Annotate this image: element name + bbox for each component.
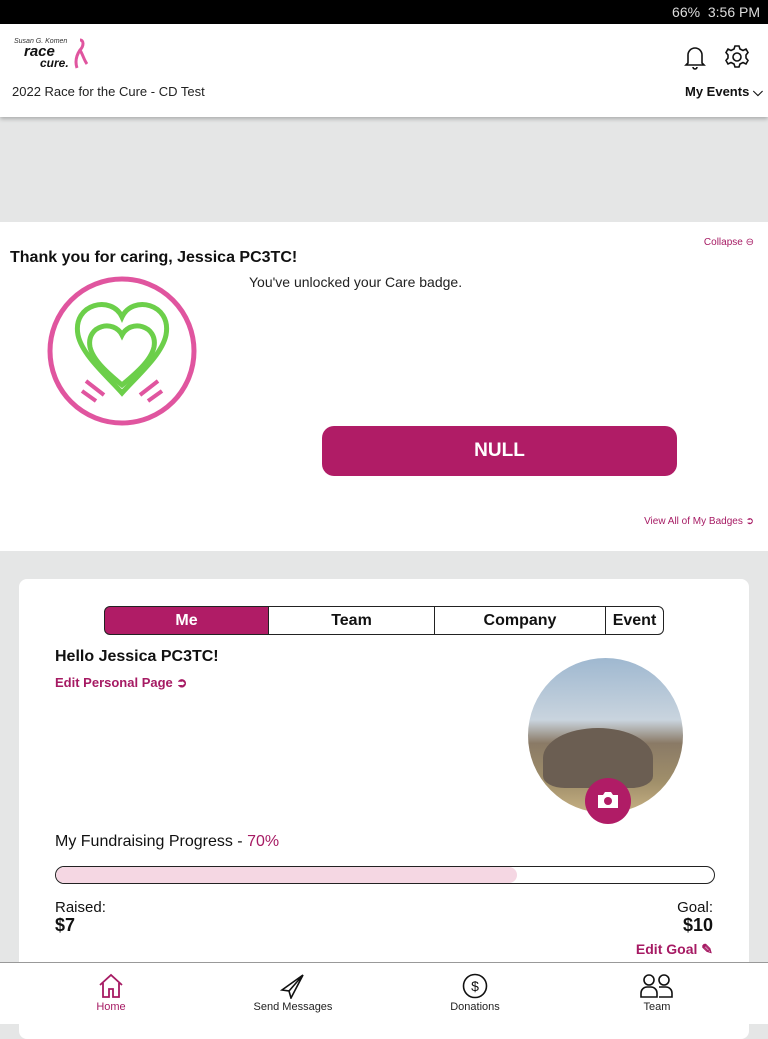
home-icon: [99, 973, 123, 998]
badge-title: Thank you for caring, Jessica PC3TC!: [10, 249, 298, 266]
goal-value: $10: [682, 915, 713, 935]
care-badge-icon: [47, 276, 197, 426]
progress-bar: [55, 866, 715, 884]
arrow-circle-icon: ➲: [176, 675, 188, 690]
tab-company[interactable]: Company: [434, 606, 606, 635]
pencil-icon: ✎: [701, 941, 713, 957]
minus-circle-icon: ⊖: [745, 237, 754, 248]
my-events-label: My Events: [685, 84, 750, 99]
greeting: Hello Jessica PC3TC!: [55, 648, 219, 665]
nav-send-messages-label: Send Messages: [253, 1001, 333, 1013]
gear-icon[interactable]: [724, 44, 750, 70]
tab-me[interactable]: Me: [104, 606, 269, 635]
paper-plane-icon: [279, 974, 304, 999]
nav-send-messages[interactable]: Send Messages: [233, 973, 353, 1013]
view-all-badges-link[interactable]: View All of My Badges ➲: [644, 516, 754, 527]
nav-home[interactable]: Home: [51, 973, 171, 1013]
logo[interactable]: Susan G. Komen race cure.: [14, 38, 89, 74]
progress-fill: [56, 867, 517, 883]
edit-page-label: Edit Personal Page: [55, 675, 173, 690]
clock: 3:56 PM: [707, 4, 760, 20]
camera-icon: [598, 792, 618, 808]
tab-event[interactable]: Event: [605, 606, 664, 635]
header: Susan G. Komen race cure. 2022 Race for …: [0, 24, 768, 117]
arrow-circle-icon: ➲: [745, 516, 754, 527]
progress-label-text: My Fundraising Progress -: [55, 833, 248, 850]
collapse-button[interactable]: Collapse ⊖: [704, 237, 754, 248]
battery-text: 66%: [672, 4, 701, 20]
bottom-nav: Home Send Messages $ Donations Team: [0, 962, 768, 1024]
svg-text:$: $: [471, 978, 479, 994]
raised-label: Raised:: [55, 899, 106, 916]
progress-label: My Fundraising Progress - 70%: [55, 833, 279, 851]
my-events-dropdown[interactable]: My Events ⌵: [685, 84, 763, 100]
tab-bar: Me Team Company Event: [104, 606, 664, 635]
nav-donations-label: Donations: [450, 1001, 500, 1013]
event-title: 2022 Race for the Cure - CD Test: [12, 84, 205, 99]
view-all-label: View All of My Badges: [644, 516, 743, 527]
nav-donations[interactable]: $ Donations: [415, 973, 535, 1013]
nav-team-label: Team: [643, 1001, 671, 1013]
bell-icon[interactable]: [683, 44, 707, 70]
goal-label: Goal:: [677, 899, 713, 916]
nav-team[interactable]: Team: [597, 973, 717, 1013]
status-bar: 66% 3:56 PM: [0, 0, 768, 24]
badge-message: You've unlocked your Care badge.: [249, 274, 463, 290]
progress-percent: 70%: [247, 833, 280, 850]
collapse-label: Collapse: [703, 237, 743, 248]
raised-value: $7: [55, 915, 76, 935]
nav-home-label: Home: [96, 1001, 126, 1013]
edit-goal-link[interactable]: Edit Goal ✎: [636, 941, 713, 958]
people-icon: [640, 974, 673, 998]
edit-goal-label: Edit Goal: [635, 941, 698, 957]
dollar-circle-icon: $: [462, 973, 488, 999]
tab-team[interactable]: Team: [268, 606, 435, 635]
null-button[interactable]: NULL: [322, 426, 677, 476]
camera-button[interactable]: [585, 778, 631, 824]
edit-personal-page-link[interactable]: Edit Personal Page ➲: [55, 675, 187, 691]
chevron-down-icon: ⌵: [752, 84, 763, 99]
badge-panel: Collapse ⊖ Thank you for caring, Jessica…: [0, 222, 768, 551]
